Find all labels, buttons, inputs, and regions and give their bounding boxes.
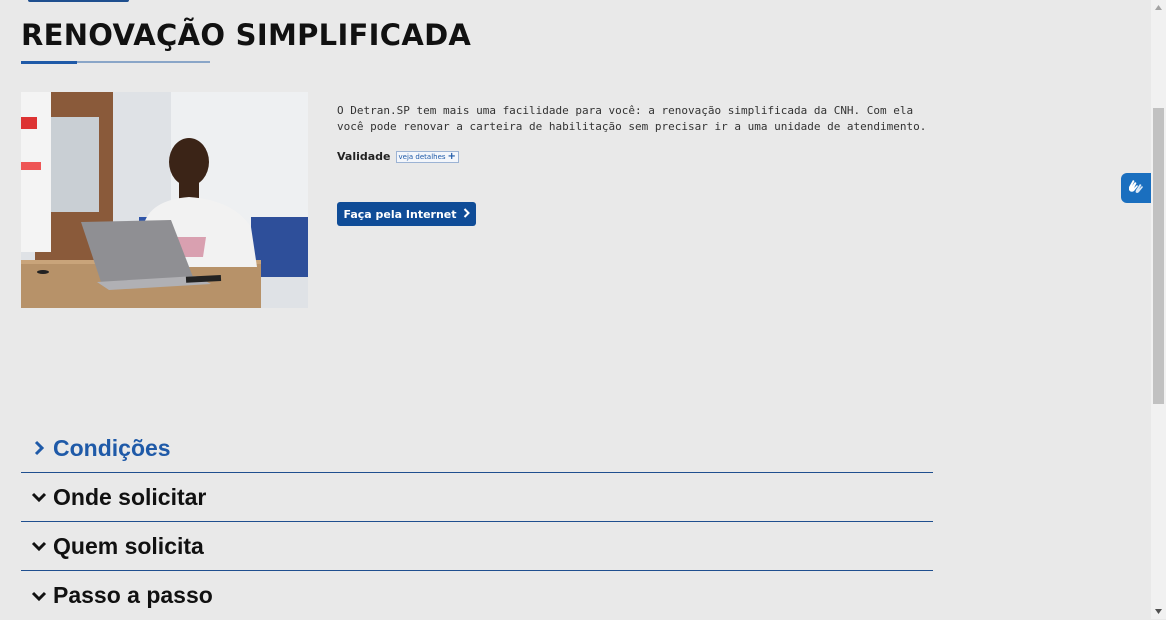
accordion-item-where-to-apply[interactable]: Onde solicitar [21, 473, 933, 522]
accordion-item-who-applies[interactable]: Quem solicita [21, 522, 933, 571]
details-link-label: veja detalhes [398, 152, 446, 161]
accordion-label: Onde solicitar [53, 483, 207, 510]
accordion: Condições Onde solicitar Quem solicita P… [21, 424, 933, 620]
scroll-down-arrow-icon[interactable] [1151, 604, 1166, 619]
page-title: RENOVAÇÃO SIMPLIFICADA [21, 18, 472, 52]
chevron-down-icon [31, 588, 47, 604]
chevron-right-icon [463, 207, 470, 221]
sign-language-hands-icon [1126, 176, 1146, 200]
title-underline [21, 60, 210, 64]
plus-icon: + [447, 150, 456, 162]
accordion-label: Condições [53, 434, 171, 461]
scroll-up-arrow-icon[interactable] [1151, 0, 1166, 15]
online-service-label: Faça pela Internet [343, 207, 457, 221]
scrollbar-thumb[interactable] [1153, 108, 1164, 404]
chevron-down-icon [31, 489, 47, 505]
intro-paragraph: O Detran.SP tem mais uma facilidade para… [337, 104, 927, 133]
accordion-label: Quem solicita [53, 532, 204, 559]
details-link[interactable]: veja detalhes + [395, 150, 459, 163]
accordion-item-conditions[interactable]: Condições [21, 424, 933, 473]
online-service-button[interactable]: Faça pela Internet [337, 202, 476, 226]
validity-label: Validade [337, 150, 391, 163]
header-remnant [28, 0, 129, 2]
accordion-item-step-by-step[interactable]: Passo a passo [21, 571, 933, 620]
chevron-down-icon [31, 538, 47, 554]
hero-image [21, 92, 308, 308]
vertical-scrollbar[interactable] [1151, 0, 1166, 619]
accordion-label: Passo a passo [53, 582, 213, 608]
sign-language-widget[interactable] [1121, 173, 1151, 203]
chevron-right-icon [31, 440, 47, 456]
validity-row: Validade veja detalhes + [337, 150, 459, 163]
